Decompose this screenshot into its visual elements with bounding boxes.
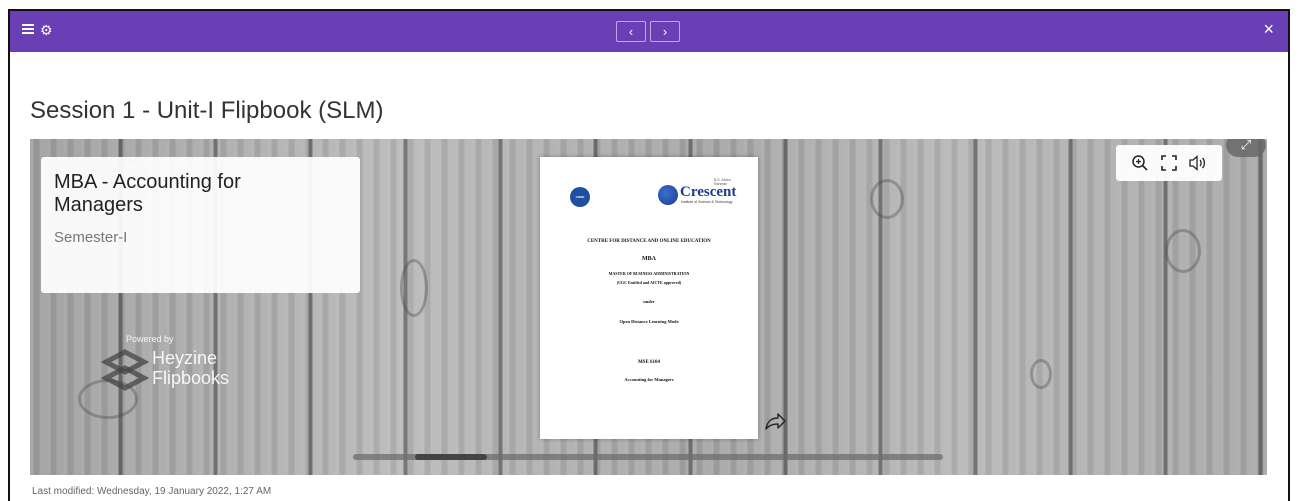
wood-knot — [1030, 359, 1052, 389]
cover-centre: CENTRE FOR DISTANCE AND ONLINE EDUCATION — [587, 239, 711, 244]
app-frame: ⚙ ‹ › × Session 1 - Unit-I Flipbook (SLM… — [8, 9, 1290, 501]
flipbook-cover-page[interactable]: CDOE B.S. Abdur Rahman Crescent Institut… — [540, 157, 758, 439]
scrollbar-thumb[interactable] — [415, 454, 487, 460]
wood-knot — [400, 259, 428, 317]
heyzine-brand: Heyzine Flipbooks — [152, 348, 229, 388]
crescent-logo: B.S. Abdur Rahman Crescent Institute of … — [658, 178, 740, 207]
gear-icon[interactable]: ⚙ — [40, 21, 53, 39]
page-navigation: ‹ › — [616, 21, 680, 42]
cover-mode: Open Distance Learning Mode — [619, 319, 679, 324]
book-info-card: MBA - Accounting for Managers Semester-I — [41, 157, 360, 293]
globe-icon — [658, 185, 678, 205]
crescent-institute: Institute of Science & Technology — [681, 200, 733, 204]
cover-course-code: MSE 6104 — [637, 360, 661, 365]
top-bar: ⚙ ‹ › × — [10, 11, 1288, 52]
heyzine-brand-line2: Flipbooks — [152, 368, 230, 388]
hamburger-icon[interactable] — [22, 24, 36, 36]
close-icon[interactable]: × — [1263, 19, 1274, 39]
heyzine-brand-line1: Heyzine — [152, 348, 218, 368]
powered-by-heyzine[interactable]: Powered by Heyzine Flipbooks — [100, 334, 260, 404]
share-icon[interactable] — [763, 409, 787, 433]
powered-by-label: Powered by — [126, 334, 174, 344]
heyzine-logo-icon — [100, 349, 150, 391]
previous-button[interactable]: ‹ — [616, 21, 646, 42]
cover-program-full: MASTER OF BUSINESS ADMINISTRATION — [608, 271, 690, 276]
flipbook-viewer[interactable]: MBA - Accounting for Managers Semester-I… — [30, 139, 1267, 475]
next-button[interactable]: › — [650, 21, 680, 42]
page-scrollbar[interactable] — [353, 454, 943, 460]
wood-knot — [1165, 229, 1201, 273]
expand-corner-icon[interactable]: ⤢ — [1226, 139, 1266, 157]
cover-approval: (UGC Entitled and AICTE approved) — [616, 280, 682, 285]
fullscreen-icon[interactable] — [1158, 152, 1180, 174]
cdoe-logo: CDOE — [570, 187, 590, 207]
last-modified: Last modified: Wednesday, 19 January 202… — [32, 486, 272, 497]
cover-course-name: Accounting for Managers — [624, 377, 674, 382]
viewer-toolbar — [1116, 145, 1222, 181]
book-subtitle: Semester-I — [54, 229, 128, 246]
zoom-in-icon[interactable] — [1129, 152, 1151, 174]
cover-under: under — [643, 299, 655, 304]
book-title: MBA - Accounting for Managers — [54, 171, 241, 216]
sound-icon[interactable] — [1187, 152, 1209, 174]
page-title: Session 1 - Unit-I Flipbook (SLM) — [30, 97, 384, 124]
wood-knot — [870, 179, 904, 219]
cover-program: MBA — [642, 256, 656, 262]
crescent-name: Crescent — [680, 184, 737, 200]
